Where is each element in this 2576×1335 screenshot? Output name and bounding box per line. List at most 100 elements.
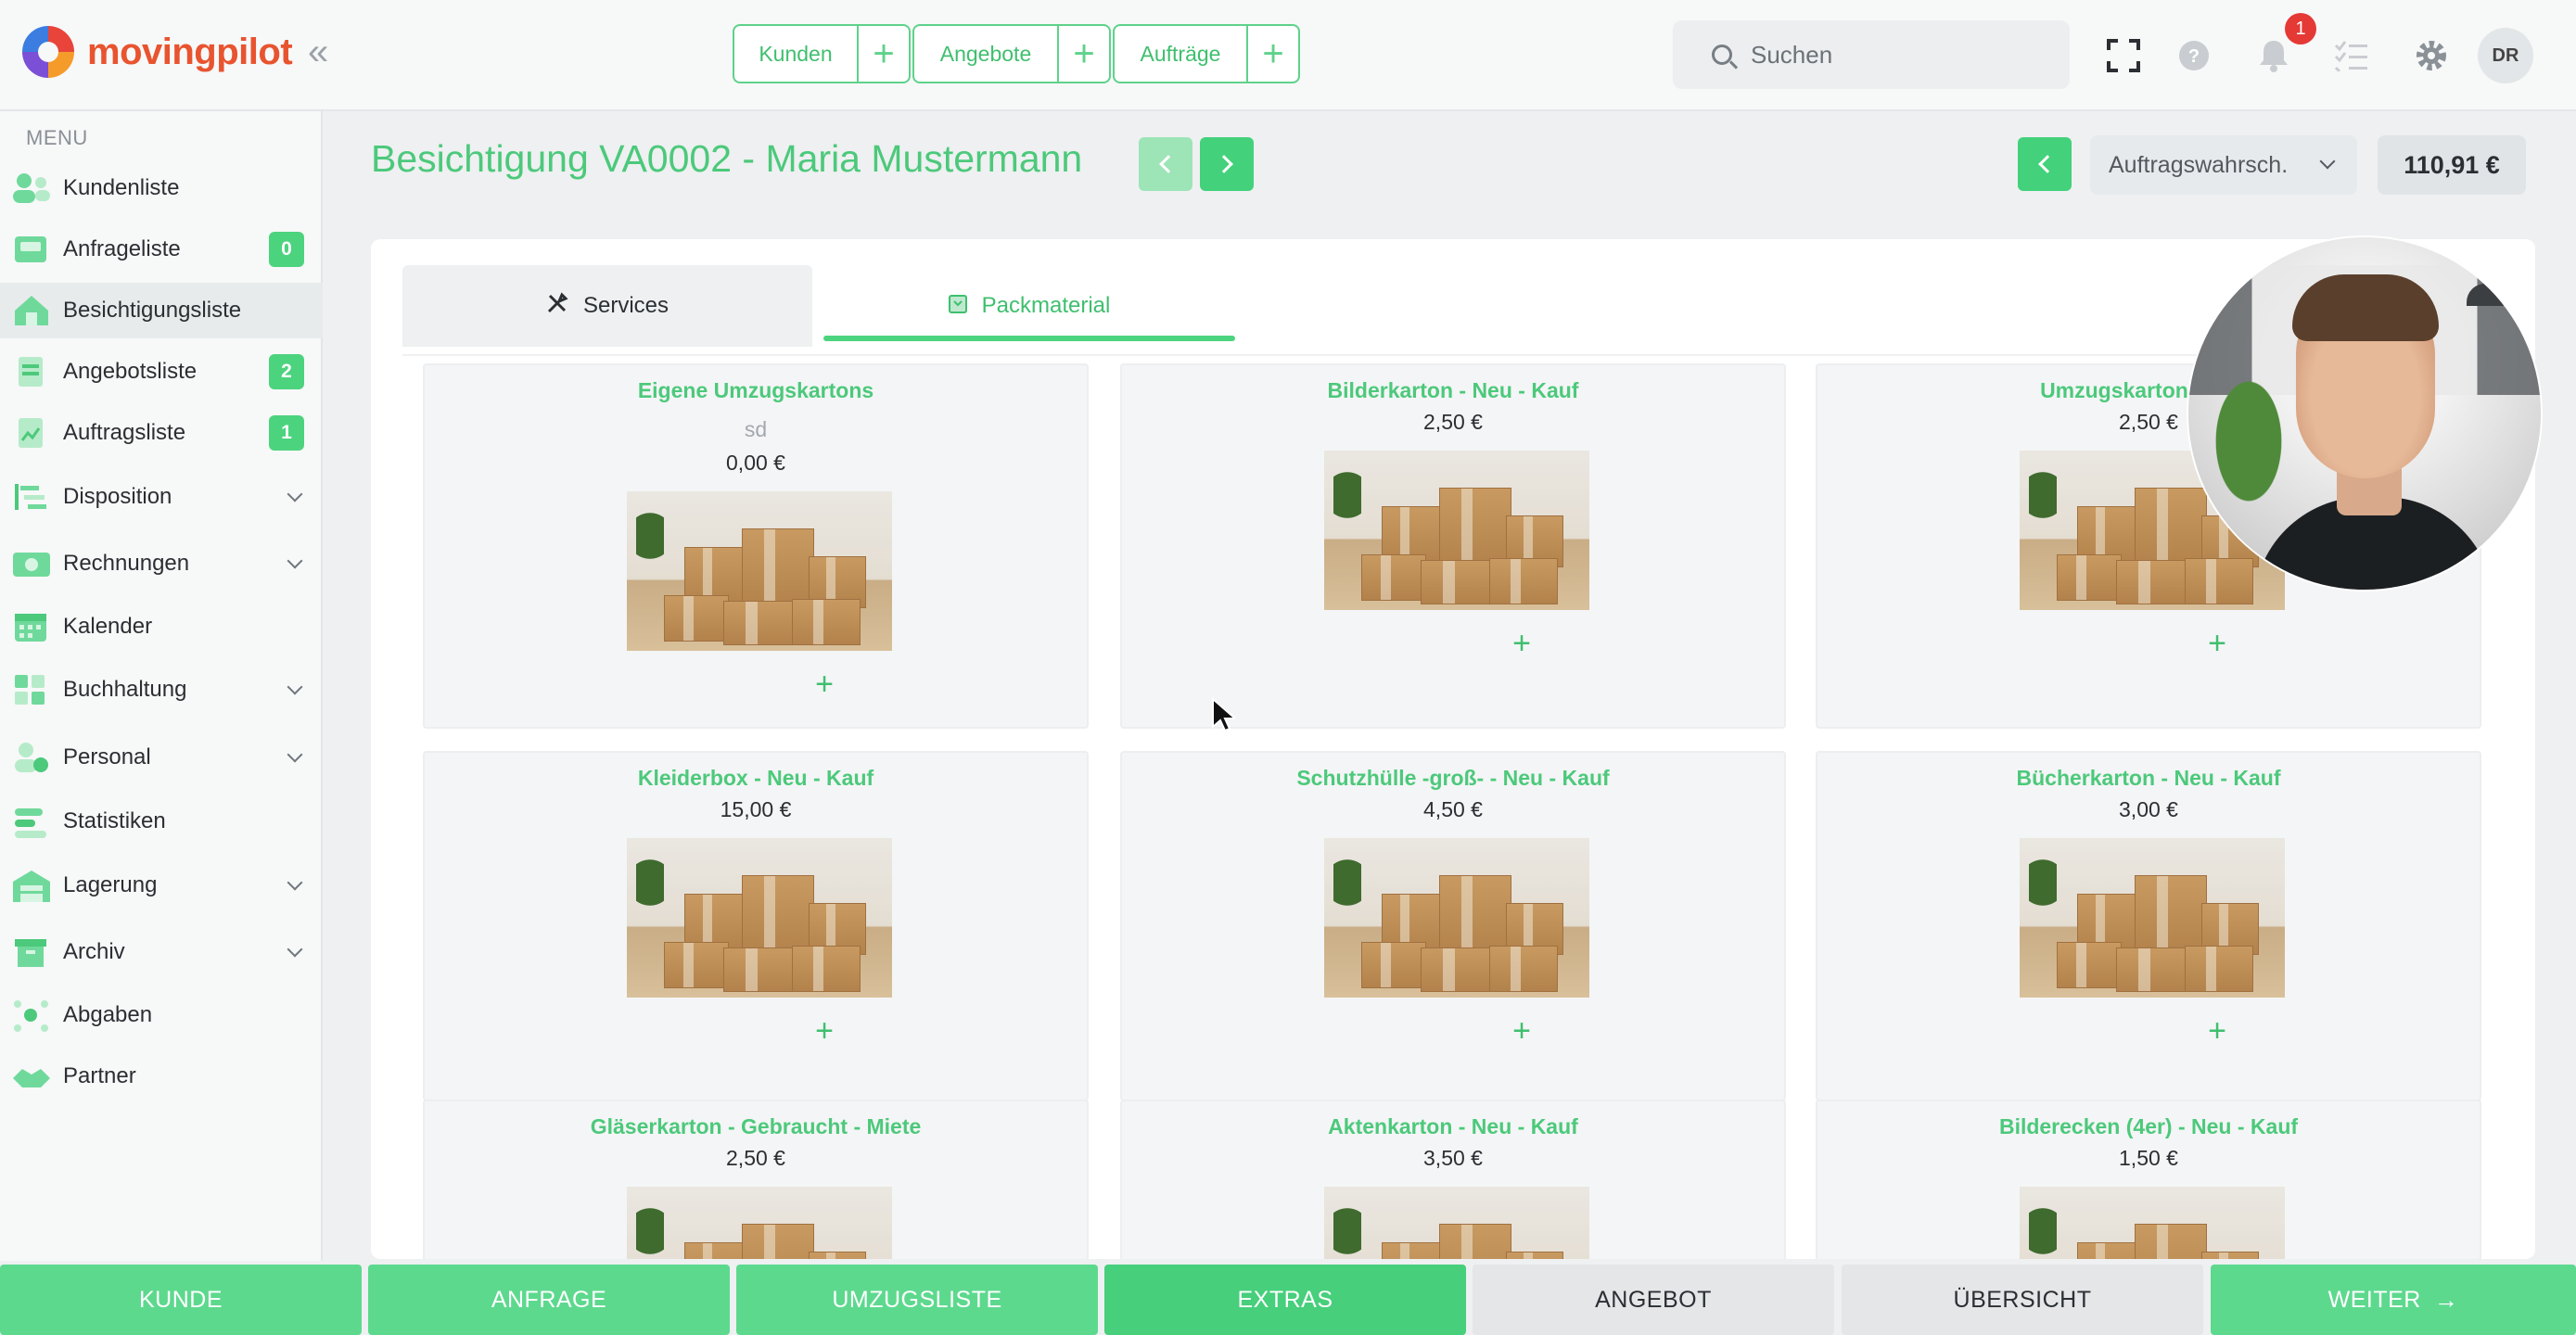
- sidebar-item-lagerung[interactable]: Lagerung: [0, 858, 323, 913]
- sidebar-item-label: Kundenliste: [63, 175, 180, 200]
- help-icon[interactable]: ?: [2174, 35, 2214, 76]
- next-record-button[interactable]: [1200, 137, 1254, 191]
- carton-shape: [1506, 1252, 1563, 1259]
- add-product-button[interactable]: +: [808, 1014, 841, 1048]
- money-icon: [13, 553, 50, 577]
- sidebar-item-kalender[interactable]: Kalender: [0, 599, 323, 655]
- back-button[interactable]: [2018, 137, 2072, 191]
- plant-icon: [2198, 349, 2300, 534]
- step-angebot-button[interactable]: ANGEBOT: [1473, 1265, 1834, 1335]
- carton-shape: [1439, 1224, 1511, 1259]
- product-name: Bücherkarton - Neu - Kauf: [2016, 766, 2281, 790]
- sidebar-item-besichtigungsliste[interactable]: Besichtigungsliste: [0, 283, 323, 338]
- add-product-button[interactable]: +: [2200, 627, 2234, 660]
- step-weiter-button[interactable]: WEITER →: [2211, 1265, 2576, 1335]
- order-probability-value: Auftragswahrsch.: [2109, 151, 2289, 178]
- sidebar-item-auftragsliste[interactable]: Auftragsliste 1: [0, 405, 323, 461]
- bell-icon[interactable]: [2253, 35, 2294, 76]
- product-name: Eigene Umzugskartons: [637, 378, 874, 402]
- chevron-down-icon[interactable]: [287, 553, 303, 569]
- bars-icon: [15, 808, 46, 838]
- step-umzugsliste-button[interactable]: UMZUGSLISTE: [736, 1265, 1098, 1335]
- sidebar-item-label: Rechnungen: [63, 551, 190, 576]
- product-image: [1324, 451, 1589, 610]
- step-label: KUNDE: [138, 1286, 223, 1313]
- chevron-down-icon[interactable]: [287, 486, 303, 502]
- chevron-down-icon[interactable]: [287, 746, 303, 763]
- add-product-button[interactable]: +: [1505, 1014, 1538, 1048]
- kunden-button[interactable]: Kunden: [733, 24, 859, 83]
- tab-services[interactable]: Services: [402, 265, 812, 347]
- add-auftrag-button[interactable]: +: [1248, 24, 1300, 83]
- carton-shape: [2057, 554, 2122, 601]
- carton-shape: [2185, 558, 2253, 604]
- add-kunde-button[interactable]: +: [859, 24, 911, 83]
- sidebar-item-abgaben[interactable]: Abgaben: [0, 987, 323, 1043]
- chevron-down-icon[interactable]: [287, 941, 303, 958]
- product-price: 15,00 €: [720, 797, 792, 821]
- sidebar-item-label: Kalender: [63, 614, 153, 639]
- product-price: 3,50 €: [1423, 1146, 1483, 1170]
- auftraege-button[interactable]: Aufträge: [1113, 24, 1248, 83]
- add-angebot-button[interactable]: +: [1059, 24, 1111, 83]
- sidebar-item-angebotsliste[interactable]: Angebotsliste 2: [0, 344, 323, 400]
- carton-shape: [1382, 1242, 1443, 1259]
- add-product-button[interactable]: +: [808, 668, 841, 701]
- sidebar-item-disposition[interactable]: Disposition: [0, 469, 323, 525]
- carton-shape: [742, 528, 814, 608]
- logo[interactable]: movingpilot: [22, 26, 293, 78]
- step-label: WEITER: [2327, 1286, 2421, 1313]
- add-product-button[interactable]: +: [2200, 1014, 2234, 1048]
- sidebar-item-label: Abgaben: [63, 1002, 153, 1027]
- tasklist-icon[interactable]: [2331, 35, 2372, 76]
- sidebar-item-archiv[interactable]: Archiv: [0, 924, 323, 980]
- sidebar-item-label: Archiv: [63, 939, 125, 964]
- sidebar-item-label: Partner: [63, 1063, 136, 1088]
- angebote-button[interactable]: Angebote: [912, 24, 1059, 83]
- carton-shape: [2135, 488, 2207, 567]
- mouse-cursor-icon: [1211, 696, 1238, 737]
- sidebar-item-kundenliste[interactable]: Kundenliste: [0, 160, 323, 216]
- carton-shape: [1489, 558, 1558, 604]
- step-übersicht-button[interactable]: ÜBERSICHT: [1842, 1265, 2203, 1335]
- sidebar-item-buchhaltung[interactable]: Buchhaltung: [0, 662, 323, 718]
- previous-record-button[interactable]: [1139, 137, 1192, 191]
- product-price: 2,50 €: [726, 1146, 785, 1170]
- order-probability-select[interactable]: Auftragswahrsch.: [2090, 135, 2357, 195]
- step-kunde-button[interactable]: KUNDE: [0, 1265, 362, 1335]
- notification-count-badge: 1: [2285, 13, 2316, 44]
- carton-shape: [1439, 875, 1511, 955]
- logo-mark-icon: [22, 26, 74, 78]
- user-avatar[interactable]: DR: [2478, 28, 2533, 83]
- product-price: 2,50 €: [1423, 410, 1483, 434]
- page-title: Besichtigung VA0002 - Maria Mustermann: [371, 137, 1083, 180]
- product-name: Bilderkarton - Neu - Kauf: [1327, 378, 1579, 402]
- step-label: ANGEBOT: [1595, 1286, 1712, 1313]
- product-price: 0,00 €: [726, 451, 785, 475]
- carton-shape: [2201, 1252, 2259, 1259]
- timeline-icon: [15, 484, 46, 510]
- step-extras-button[interactable]: EXTRAS: [1104, 1265, 1466, 1335]
- sidebar-item-statistiken[interactable]: Statistiken: [0, 794, 323, 849]
- sidebar-item-partner[interactable]: Partner: [0, 1049, 323, 1104]
- step-navigation: KUNDE ANFRAGE UMZUGSLISTE EXTRAS ANGEBOT ÜBER…: [0, 1265, 2576, 1335]
- fullscreen-icon[interactable]: [2103, 35, 2144, 76]
- product-card: Bücherkarton - Neu - Kauf 3,00 € +: [1816, 751, 2481, 1101]
- sidebar-item-personal[interactable]: Personal: [0, 730, 323, 785]
- sidebar-item-anfrageliste[interactable]: Anfrageliste 0: [0, 222, 323, 277]
- tab-packmaterial[interactable]: Packmaterial: [823, 265, 1235, 347]
- carton-shape: [2057, 942, 2122, 988]
- add-product-button[interactable]: +: [1505, 627, 1538, 660]
- chevron-down-icon[interactable]: [287, 679, 303, 695]
- plant-decor: [636, 1205, 664, 1259]
- gear-icon[interactable]: [2411, 35, 2452, 76]
- product-card: Eigene Umzugskartons sd 0,00 € +: [423, 363, 1089, 729]
- product-name: Bilderecken (4er) - Neu - Kauf: [1998, 1114, 2299, 1138]
- chevron-down-icon[interactable]: [287, 874, 303, 891]
- logo-text: movingpilot: [87, 31, 293, 72]
- sidebar-item-rechnungen[interactable]: Rechnungen: [0, 536, 323, 591]
- collapse-sidebar-icon[interactable]: «: [308, 33, 328, 70]
- search-input[interactable]: Suchen: [1673, 20, 2070, 89]
- chevron-right-icon: [1215, 155, 1233, 173]
- step-anfrage-button[interactable]: ANFRAGE: [368, 1265, 730, 1335]
